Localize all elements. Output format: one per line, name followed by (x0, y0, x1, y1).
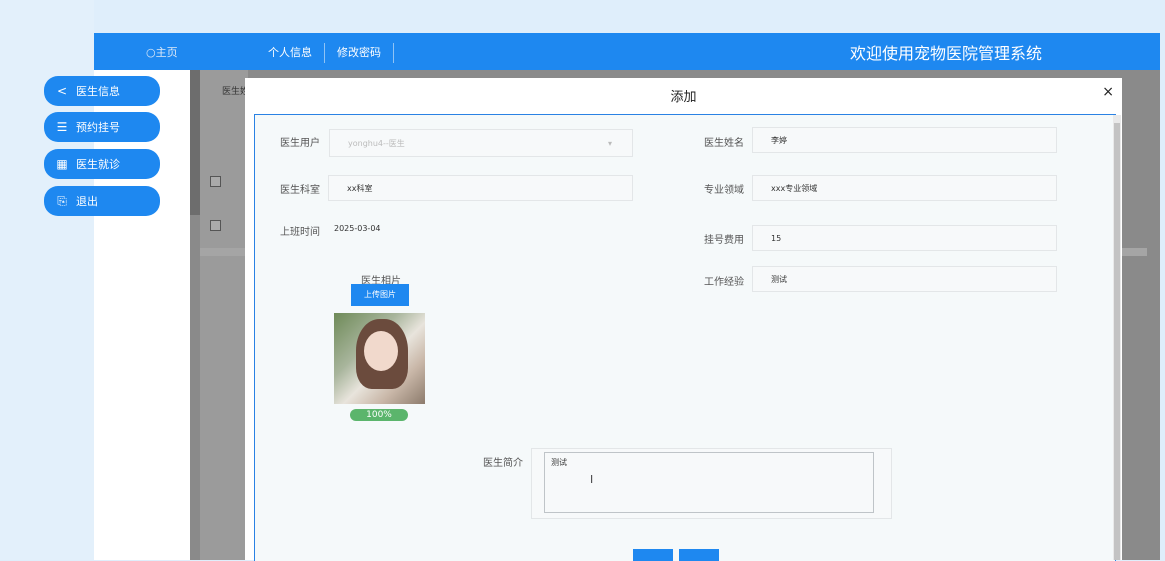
grid-icon: ▦ (56, 157, 68, 171)
upload-progress: 100% (350, 409, 408, 421)
dialog-scrollbar[interactable] (1113, 115, 1121, 560)
intro-label: 医生简介 (483, 458, 523, 469)
submit-button[interactable] (633, 549, 673, 561)
specialty-label: 专业领域 (704, 185, 744, 196)
background-hscroll-right[interactable] (1122, 248, 1147, 256)
work-time-label: 上班时间 (280, 227, 320, 238)
doctor-name-field[interactable]: 李婷 (752, 127, 1057, 153)
fee-label: 挂号费用 (704, 235, 744, 246)
sidebar-item-label: 退出 (76, 195, 98, 208)
scrollbar-thumb[interactable] (1114, 123, 1120, 560)
intro-textarea[interactable]: 测试 (544, 452, 874, 513)
sidebar-item-label: 医生信息 (76, 85, 120, 98)
background-hscroll[interactable] (200, 248, 245, 256)
site-title: 欢迎使用宠物医院管理系统 (849, 44, 1042, 63)
close-icon[interactable]: × (1102, 84, 1114, 100)
doctor-user-label: 医生用户 (280, 138, 320, 149)
top-navbar: ○主页 个人信息 修改密码 欢迎使用宠物医院管理系统 (94, 33, 1160, 70)
fee-field[interactable]: 15 (752, 225, 1057, 251)
row-checkbox[interactable] (210, 176, 221, 187)
sidebar-item-logout[interactable]: ⎘ 退出 (44, 186, 160, 216)
experience-label: 工作经验 (704, 277, 744, 288)
upload-image-button[interactable]: 上传图片 (351, 284, 409, 306)
work-time-value[interactable]: 2025-03-04 (334, 224, 381, 233)
experience-field[interactable]: 测试 (752, 266, 1057, 292)
home-label: 主页 (155, 46, 178, 59)
doctor-user-select[interactable]: yonghu4--医生 ▾ (329, 129, 633, 157)
specialty-field[interactable]: xxx专业领域 (752, 175, 1057, 201)
sidebar-item-appointment[interactable]: ☰ 预约挂号 (44, 112, 160, 142)
sidebar-item-label: 预约挂号 (76, 121, 120, 134)
cancel-button[interactable] (679, 549, 719, 561)
exit-icon: ⎘ (57, 193, 67, 208)
doctor-name-label: 医生姓名 (704, 138, 744, 149)
background-table (200, 70, 248, 560)
sidebar-item-consultation[interactable]: ▦ 医生就诊 (44, 149, 160, 179)
share-icon: < (56, 84, 68, 98)
dialog-title: 添加 (670, 90, 697, 105)
chevron-down-icon: ▾ (607, 139, 612, 148)
sidebar-item-label: 医生就诊 (76, 158, 120, 171)
nav-profile[interactable]: 个人信息 (256, 43, 325, 63)
background-right (1122, 70, 1160, 560)
list-icon: ☰ (56, 120, 68, 134)
department-label: 医生科室 (280, 185, 320, 196)
text-cursor-icon: I (590, 473, 594, 486)
nav-change-password[interactable]: 修改密码 (325, 43, 394, 63)
sidebar-item-doctor-info[interactable]: < 医生信息 (44, 76, 160, 106)
background-scrollbar (190, 70, 200, 215)
doctor-user-value: yonghu4--医生 (348, 139, 405, 148)
row-checkbox[interactable] (210, 220, 221, 231)
home-link[interactable]: ○主页 (146, 44, 178, 60)
sidebar (94, 70, 190, 560)
department-field[interactable]: xx科室 (328, 175, 633, 201)
top-nav: 个人信息 修改密码 (256, 43, 394, 63)
doctor-photo (334, 313, 425, 404)
photo-face (364, 331, 398, 371)
